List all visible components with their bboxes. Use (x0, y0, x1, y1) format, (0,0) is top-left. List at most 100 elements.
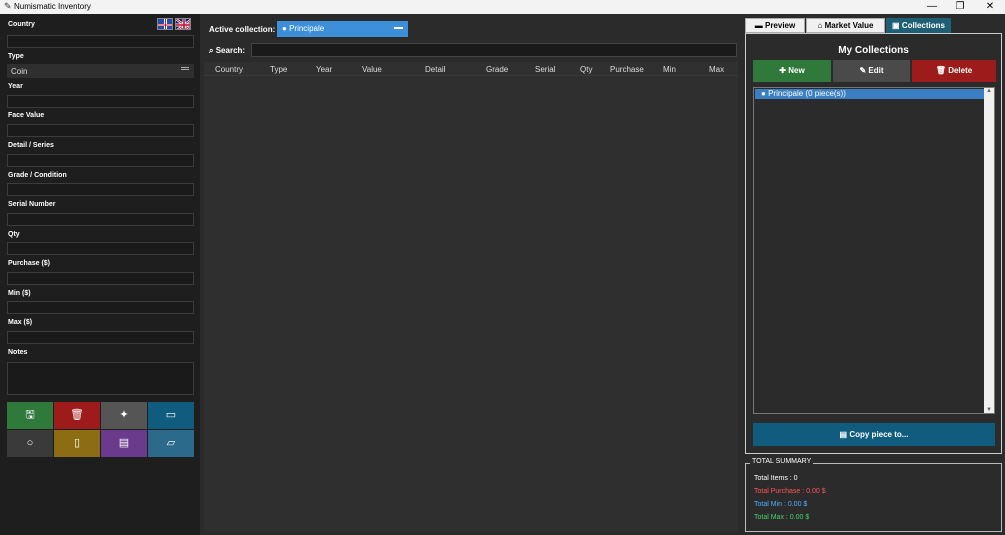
card-icon: ▭ (165, 409, 177, 421)
face-value-label: Face Value (8, 112, 45, 119)
tab-market-value[interactable]: ⌂ Market Value (806, 18, 885, 33)
total-items: Total Items : 0 (754, 475, 798, 482)
window-title: Numismatic Inventory (14, 2, 91, 11)
list-scrollbar[interactable]: ▲ ▼ (984, 88, 994, 413)
dropdown-arrow-icon (394, 27, 403, 29)
column-header-country[interactable]: Country (215, 65, 243, 74)
column-header-value[interactable]: Value (362, 65, 382, 74)
report-icon: ▤ (118, 437, 130, 449)
min-label: Min ($) (8, 290, 31, 297)
inventory-table[interactable]: Country Type Year Value Detail Grade Ser… (204, 62, 738, 532)
list-item-label: Principale (0 piece(s)) (768, 89, 846, 98)
collections-icon: ▣ (892, 21, 900, 30)
tab-preview[interactable]: ▬ Preview (745, 18, 805, 33)
face-value-input[interactable] (7, 124, 194, 137)
save-button[interactable]: 🖫 (7, 402, 53, 429)
total-max: Total Max : 0.00 $ (754, 514, 810, 521)
trash-icon: 🗑 (935, 66, 946, 75)
tab-market-value-label: Market Value (824, 21, 874, 30)
delete-collection-button[interactable]: 🗑 Delete (912, 60, 996, 82)
grade-input[interactable] (7, 183, 194, 196)
total-summary: TOTAL SUMMARY Total Items : 0 Total Purc… (745, 458, 1002, 532)
collection-bullet-icon: ● (761, 89, 766, 98)
fr-flag-icon[interactable] (157, 18, 173, 30)
year-input[interactable] (7, 95, 194, 108)
edit-collection-button[interactable]: ✎ Edit (833, 60, 910, 82)
save-icon: 🖫 (25, 409, 35, 421)
new-collection-button[interactable]: ✚ New (753, 60, 831, 82)
total-purchase: Total Purchase : 0.00 $ (754, 488, 826, 495)
max-input[interactable] (7, 331, 194, 344)
tab-preview-label: Preview (764, 21, 796, 30)
qty-label: Qty (8, 231, 20, 238)
column-header-serial[interactable]: Serial (535, 65, 555, 74)
card-button[interactable]: ▭ (148, 402, 194, 429)
collections-panel: My Collections ✚ New ✎ Edit 🗑 Delete ● P… (745, 33, 1002, 454)
collection-select-value: Principale (289, 24, 325, 33)
type-label: Type (8, 53, 24, 60)
delete-button-label: Delete (948, 66, 973, 75)
total-min: Total Min : 0.00 $ (754, 501, 808, 508)
document-icon: ▯ (73, 437, 81, 449)
open-folder-button[interactable]: ▱ (148, 430, 194, 457)
detail-input[interactable] (7, 154, 194, 167)
side-panel: ▬ Preview ⌂ Market Value ▣ Collections M… (743, 14, 1005, 535)
column-header-qty[interactable]: Qty (580, 65, 592, 74)
title-bar: ✎ Numismatic Inventory — ❐ ✕ (0, 0, 1005, 14)
column-header-purchase[interactable]: Purchase (610, 65, 644, 74)
collections-list[interactable]: ● Principale (0 piece(s)) ▲ ▼ (753, 87, 995, 414)
refresh-button[interactable]: ○ (7, 430, 53, 457)
country-label: Country (8, 21, 35, 28)
grade-label: Grade / Condition (8, 172, 67, 179)
search-label: ⌕ Search: (209, 46, 245, 56)
table-header: Country Type Year Value Detail Grade Ser… (204, 62, 738, 76)
qty-input[interactable] (7, 242, 194, 255)
serial-label: Serial Number (8, 201, 56, 208)
plus-icon: ✚ (779, 66, 786, 75)
refresh-icon: ○ (26, 437, 34, 449)
copy-piece-button[interactable]: ▤ Copy piece to... (753, 423, 995, 446)
min-input[interactable] (7, 301, 194, 314)
uk-flag-icon[interactable] (175, 18, 191, 30)
collection-select[interactable]: ● Principale (277, 21, 408, 37)
collection-view: Active collection: ● Principale ⌕ Search… (200, 14, 741, 535)
export-document-button[interactable]: ▯ (54, 430, 100, 457)
active-collection-label: Active collection: (209, 25, 276, 34)
collection-bullet-icon: ● (282, 24, 287, 33)
search-input[interactable] (251, 43, 737, 57)
search-label-text: Search: (215, 46, 246, 55)
type-select-value: Coin (11, 67, 28, 76)
sparkle-icon: ✦ (119, 409, 129, 421)
tab-collections[interactable]: ▣ Collections (886, 18, 951, 33)
dropdown-arrow-icon (181, 67, 189, 70)
panel-title: My Collections (838, 45, 909, 56)
restore-button[interactable]: ❐ (945, 0, 975, 14)
max-label: Max ($) (8, 319, 33, 326)
scroll-down-icon[interactable]: ▼ (986, 407, 992, 413)
scroll-up-icon[interactable]: ▲ (986, 88, 992, 94)
tab-collections-label: Collections (901, 21, 945, 30)
clear-button[interactable]: ✦ (101, 402, 147, 429)
type-select[interactable]: Coin (7, 64, 194, 78)
column-header-type[interactable]: Type (270, 65, 287, 74)
summary-title: TOTAL SUMMARY (750, 458, 814, 465)
pencil-icon: ✎ (859, 66, 867, 75)
notes-label: Notes (8, 349, 28, 356)
list-item[interactable]: ● Principale (0 piece(s)) (755, 89, 984, 99)
delete-item-button[interactable]: 🗑 (54, 402, 100, 429)
close-button[interactable]: ✕ (975, 0, 1005, 14)
column-header-max[interactable]: Max (709, 65, 724, 74)
report-button[interactable]: ▤ (101, 430, 147, 457)
year-label: Year (8, 83, 23, 90)
column-header-year[interactable]: Year (316, 65, 332, 74)
minimize-button[interactable]: — (917, 0, 947, 14)
country-input[interactable] (7, 35, 194, 48)
app-icon: ✎ (4, 1, 12, 11)
column-header-grade[interactable]: Grade (486, 65, 508, 74)
notes-textarea[interactable] (7, 362, 194, 395)
purchase-input[interactable] (7, 272, 194, 285)
serial-input[interactable] (7, 213, 194, 226)
column-header-detail[interactable]: Detail (425, 65, 445, 74)
purchase-label: Purchase ($) (8, 260, 51, 267)
column-header-min[interactable]: Min (663, 65, 676, 74)
